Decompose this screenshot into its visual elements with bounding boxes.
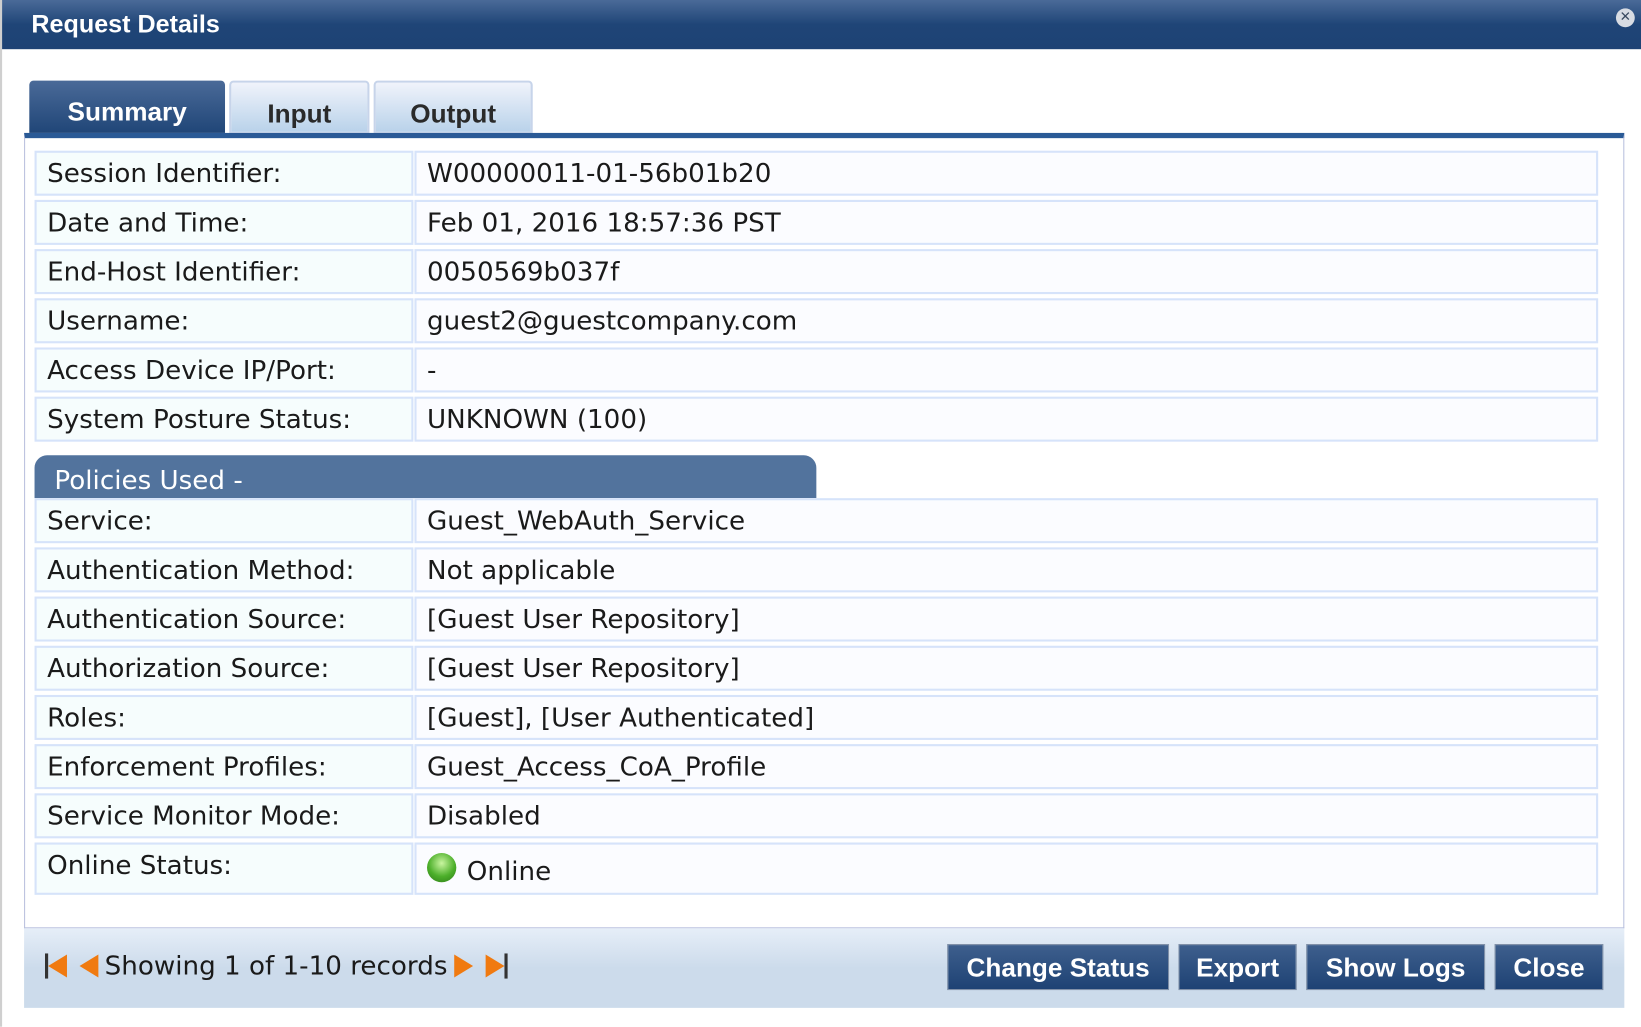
row-value: [Guest User Repository]: [414, 596, 1599, 642]
table-row: Authentication Method: Not applicable: [34, 547, 1599, 593]
row-label: System Posture Status:: [34, 396, 414, 442]
online-status-icon: [427, 852, 457, 883]
row-label: Authentication Source:: [34, 596, 414, 642]
row-value: Online: [414, 842, 1599, 895]
table-row: Authentication Source: [Guest User Reposi…: [34, 596, 1599, 643]
row-label: Username:: [34, 298, 414, 344]
row-value: Feb 01, 2016 18:57:36 PST: [414, 199, 1599, 245]
footer-bar: Showing 1 of 1-10 records Change Status …: [24, 928, 1625, 1008]
row-value: Disabled: [414, 793, 1599, 839]
next-record-icon[interactable]: [453, 953, 473, 978]
row-value: [Guest User Repository]: [414, 645, 1599, 691]
table-row: Service: Guest_WebAuth_Service: [34, 498, 1599, 544]
summary-panel: Session Identifier: W00000011-01-56b01b20…: [24, 132, 1625, 929]
first-record-icon[interactable]: [45, 952, 67, 979]
previous-record-icon[interactable]: [79, 953, 99, 978]
row-value: Guest_WebAuth_Service: [414, 498, 1599, 544]
table-row: Enforcement Profiles: Guest_Access_CoA_Pr…: [34, 744, 1599, 790]
show-logs-button[interactable]: Show Logs: [1306, 944, 1486, 991]
records-count: Showing 1 of 1-10 records: [104, 950, 448, 981]
export-button[interactable]: Export: [1178, 944, 1297, 991]
row-label: Roles:: [34, 694, 414, 740]
table-row: Authorization Source: [Guest User Reposit…: [34, 645, 1599, 692]
tab-summary[interactable]: Summary: [29, 80, 226, 134]
table-row: System Posture Status: UNKNOWN (100): [34, 396, 1599, 443]
row-value: guest2@guestcompany.com: [414, 298, 1599, 344]
row-value: 0050569b037f: [414, 249, 1599, 295]
close-button[interactable]: Close: [1494, 944, 1604, 991]
row-value: Guest_Access_CoA_Profile: [414, 744, 1599, 790]
row-value: -: [414, 347, 1599, 393]
policies-used-header[interactable]: Policies Used -: [34, 455, 817, 499]
request-details-dialog: Request Details ✕ Summary Input Output S…: [0, 0, 1641, 1027]
row-value: Not applicable: [414, 547, 1599, 593]
row-label: Date and Time:: [34, 199, 414, 245]
title-bar: Request Details ✕: [2, 0, 1641, 50]
row-label: End-Host Identifier:: [34, 249, 414, 295]
row-value: UNKNOWN (100): [414, 396, 1599, 442]
row-value: [Guest], [User Authenticated]: [414, 694, 1599, 740]
table-row: Roles: [Guest], [User Authenticated]: [34, 694, 1599, 741]
row-label: Online Status:: [34, 842, 414, 895]
row-label: Enforcement Profiles:: [34, 744, 414, 790]
row-label: Session Identifier:: [34, 150, 414, 196]
online-status-text: Online: [466, 856, 552, 887]
record-navigation: Showing 1 of 1-10 records: [45, 950, 508, 981]
tab-output[interactable]: Output: [373, 80, 533, 134]
row-label: Service Monitor Mode:: [34, 793, 414, 839]
row-label: Service:: [34, 498, 414, 544]
row-value: W00000011-01-56b01b20: [414, 150, 1599, 196]
close-icon[interactable]: ✕: [1615, 8, 1635, 28]
table-row: Date and Time: Feb 01, 2016 18:57:36 PST: [34, 199, 1599, 246]
table-row: Service Monitor Mode: Disabled: [34, 793, 1599, 839]
tab-input[interactable]: Input: [229, 80, 370, 134]
dialog-title: Request Details: [31, 10, 220, 39]
table-row: Online Status: Online: [34, 842, 1599, 895]
table-row: End-Host Identifier: 0050569b037f: [34, 249, 1599, 295]
row-label: Access Device IP/Port:: [34, 347, 414, 393]
table-row: Access Device IP/Port: -: [34, 347, 1599, 393]
last-record-icon[interactable]: [485, 952, 508, 979]
change-status-button[interactable]: Change Status: [947, 944, 1170, 991]
row-label: Authorization Source:: [34, 645, 414, 691]
table-row: Username: guest2@guestcompany.com: [34, 298, 1599, 344]
row-label: Authentication Method:: [34, 547, 414, 593]
table-row: Session Identifier: W00000011-01-56b01b20: [34, 150, 1599, 197]
